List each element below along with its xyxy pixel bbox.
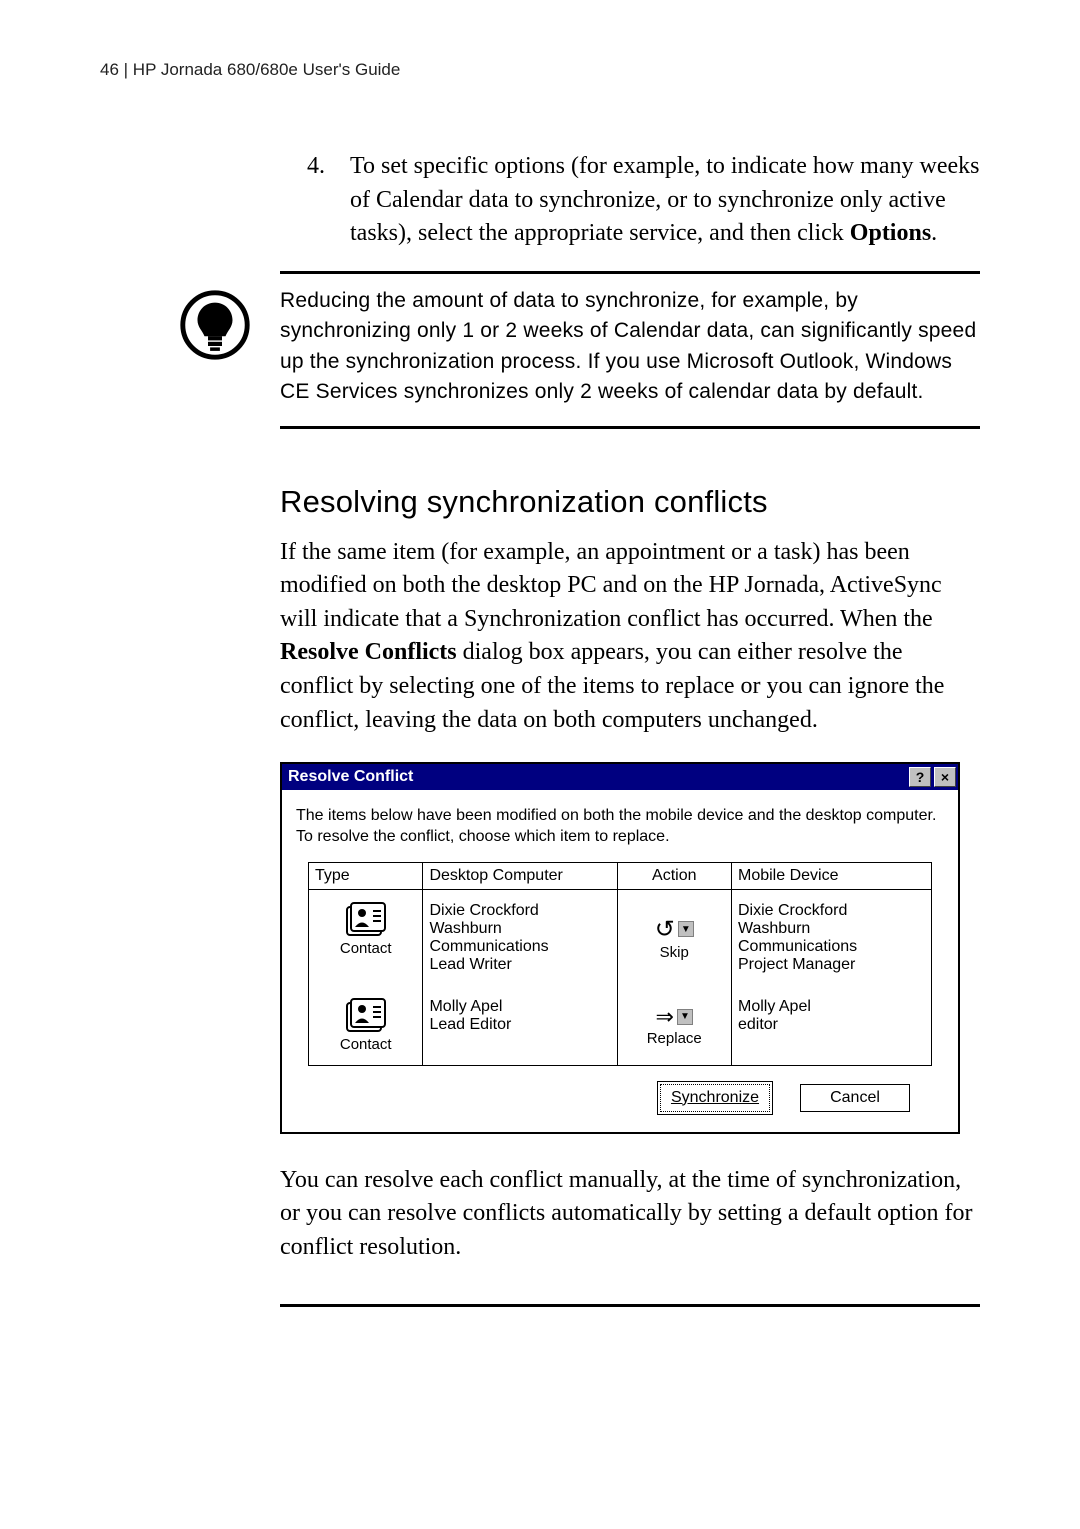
action-cell[interactable]: ↺ ▼ Skip bbox=[618, 890, 732, 986]
guide-title: HP Jornada 680/680e User's Guide bbox=[133, 60, 401, 79]
tip-row: Reducing the amount of data to synchroni… bbox=[100, 286, 980, 408]
action-label: Skip bbox=[660, 944, 689, 961]
section-para-2: You can resolve each conflict manually, … bbox=[280, 1164, 980, 1265]
table-header: Type Desktop Computer Action Mobile Devi… bbox=[309, 863, 931, 890]
dialog-title: Resolve Conflict bbox=[288, 768, 909, 786]
tip-text: Reducing the amount of data to synchroni… bbox=[280, 286, 980, 408]
dropdown-icon[interactable]: ▼ bbox=[678, 921, 694, 937]
type-cell: Contact bbox=[309, 890, 423, 986]
type-label: Contact bbox=[340, 1036, 392, 1053]
table-row: Contact Dixie Crockford Washburn Communi… bbox=[309, 890, 931, 986]
skip-arrow-icon: ↺ bbox=[655, 915, 675, 944]
page: 46 | HP Jornada 680/680e User's Guide 4.… bbox=[0, 0, 1080, 1529]
dialog-titlebar: Resolve Conflict ? × bbox=[282, 764, 958, 790]
content-lower: Resolving synchronization conflicts If t… bbox=[280, 426, 980, 1308]
desktop-cell: Dixie Crockford Washburn Communications … bbox=[423, 890, 617, 986]
divider-bottom bbox=[280, 426, 980, 429]
mobile-cell: Molly Apel editor bbox=[732, 986, 931, 1065]
page-number: 46 bbox=[100, 60, 119, 79]
close-button[interactable]: × bbox=[934, 767, 956, 787]
step-4: 4. To set specific options (for example,… bbox=[280, 150, 980, 251]
action-cell[interactable]: ⇒ ▼ Replace bbox=[618, 986, 732, 1065]
divider-top bbox=[280, 271, 980, 274]
page-header: 46 | HP Jornada 680/680e User's Guide bbox=[100, 60, 980, 80]
content: 4. To set specific options (for example,… bbox=[280, 150, 980, 274]
synchronize-button[interactable]: Synchronize bbox=[660, 1084, 770, 1112]
table-row: Contact Molly Apel Lead Editor ⇒ ▼ Repla… bbox=[309, 986, 931, 1065]
conflict-table: Type Desktop Computer Action Mobile Devi… bbox=[308, 862, 932, 1066]
col-mobile: Mobile Device bbox=[732, 863, 931, 889]
contact-icon bbox=[345, 998, 387, 1036]
type-cell: Contact bbox=[309, 986, 423, 1065]
section-heading: Resolving synchronization conflicts bbox=[280, 484, 980, 520]
dialog-buttons: Synchronize Cancel bbox=[296, 1066, 944, 1118]
contact-icon bbox=[345, 902, 387, 940]
type-label: Contact bbox=[340, 940, 392, 957]
col-action: Action bbox=[618, 863, 732, 889]
action-label: Replace bbox=[647, 1030, 702, 1047]
dialog-body: The items below have been modified on bo… bbox=[282, 790, 958, 1132]
col-type: Type bbox=[309, 863, 423, 889]
replace-arrow-icon: ⇒ bbox=[656, 1004, 674, 1030]
cancel-button[interactable]: Cancel bbox=[800, 1084, 910, 1112]
footer-rule bbox=[280, 1304, 980, 1307]
col-desktop: Desktop Computer bbox=[423, 863, 617, 889]
section-para-1: If the same item (for example, an appoin… bbox=[280, 536, 980, 738]
desktop-cell: Molly Apel Lead Editor bbox=[423, 986, 617, 1065]
help-button[interactable]: ? bbox=[909, 767, 931, 787]
lightbulb-icon bbox=[180, 290, 250, 360]
dialog-intro: The items below have been modified on bo… bbox=[296, 806, 944, 848]
dropdown-icon[interactable]: ▼ bbox=[677, 1009, 693, 1025]
step-text: To set specific options (for example, to… bbox=[350, 150, 980, 251]
resolve-conflict-dialog: Resolve Conflict ? × The items below hav… bbox=[280, 762, 960, 1134]
mobile-cell: Dixie Crockford Washburn Communications … bbox=[732, 890, 931, 986]
step-number: 4. bbox=[280, 150, 350, 251]
